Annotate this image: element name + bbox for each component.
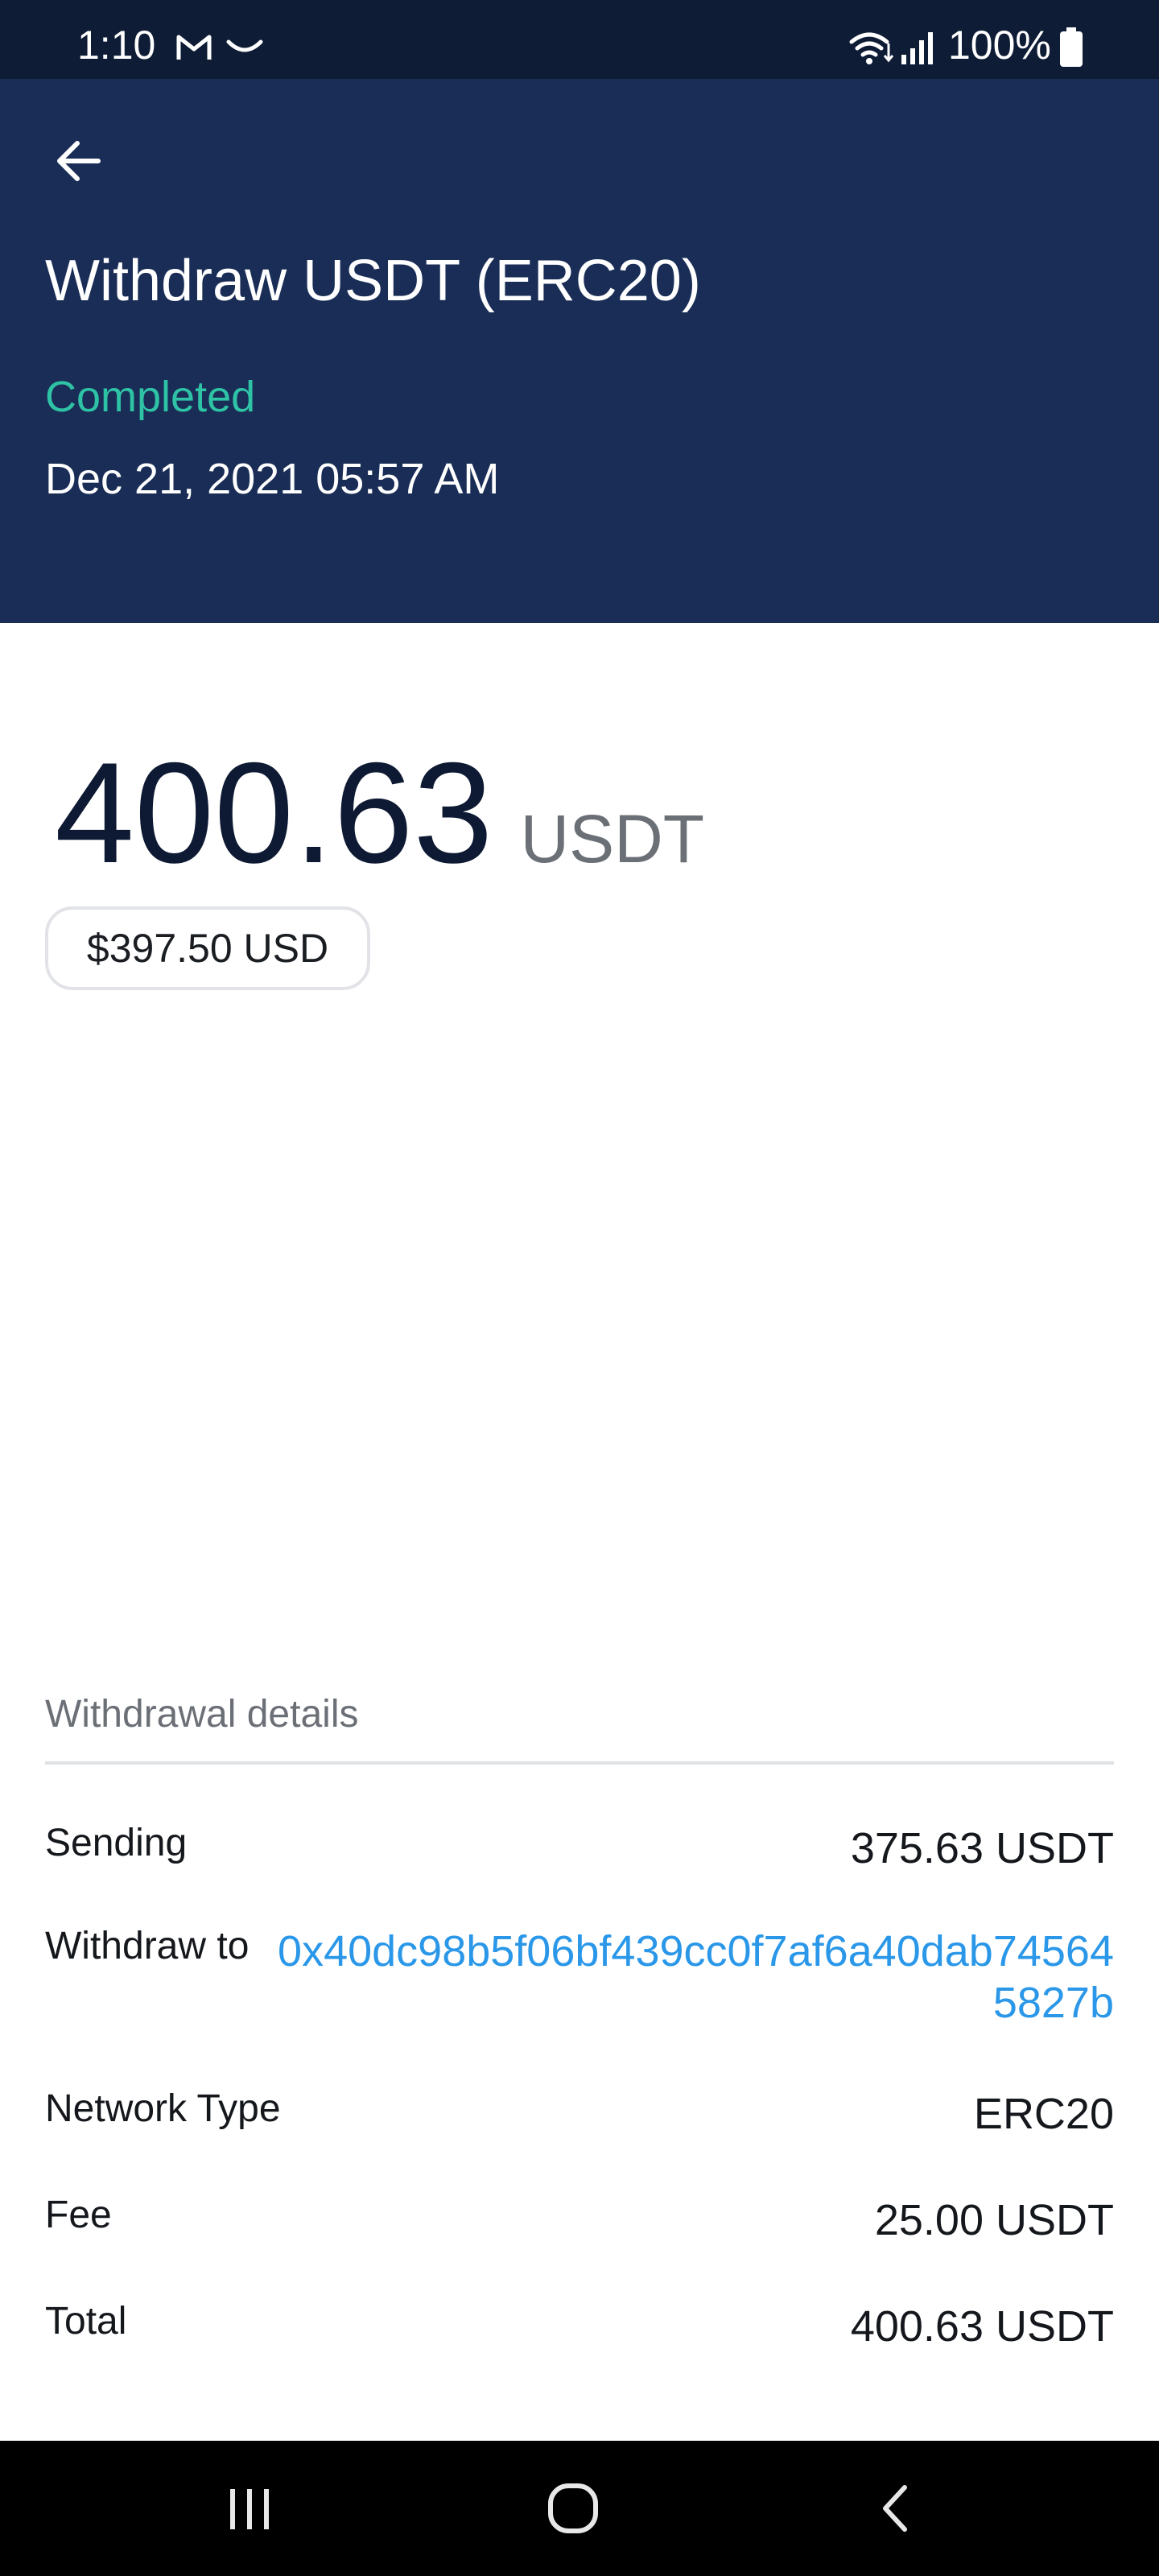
header: Withdraw USDT (ERC20) Completed Dec 21, … — [0, 79, 1159, 623]
transaction-date: Dec 21, 2021 05:57 AM — [45, 455, 500, 503]
detail-row-network-type: Network Type ERC20 — [45, 2083, 1114, 2148]
detail-label: Fee — [45, 2194, 112, 2236]
withdrawal-details: Withdrawal details Sending 375.63 USDT W… — [45, 1682, 1114, 2351]
detail-label: Network Type — [45, 2087, 281, 2130]
recent-apps-button[interactable] — [201, 2476, 298, 2541]
withdraw-address-link[interactable]: 0x40dc98b5f06bf439cc0f7af6a40dab74564582… — [261, 1926, 1114, 2029]
usd-value: $397.50 USD — [86, 926, 329, 971]
status-time: 1:10 — [77, 23, 156, 68]
amount-display: 400.63 USDT — [55, 733, 704, 894]
detail-row-withdraw-to: Withdraw to 0x40dc98b5f06bf439cc0f7af6a4… — [45, 1921, 1114, 2033]
detail-value: 375.63 USDT — [850, 1824, 1114, 1872]
home-button[interactable] — [525, 2476, 621, 2541]
amount-unit: USDT — [520, 801, 705, 877]
status-bar: 1:10 100% — [0, 0, 1159, 79]
notification-arc-icon — [226, 39, 263, 52]
details-heading: Withdrawal details — [45, 1693, 359, 1736]
detail-row-total: Total 400.63 USDT — [45, 2296, 1114, 2360]
nav-back-button[interactable] — [848, 2476, 945, 2541]
detail-label: Sending — [45, 1822, 188, 1864]
arrow-left-icon — [57, 141, 101, 181]
system-nav-bar — [0, 2441, 1159, 2576]
page-title: Withdraw USDT (ERC20) — [45, 249, 701, 313]
back-icon — [883, 2485, 907, 2532]
divider — [45, 1761, 1114, 1765]
amount-value: 400.63 — [55, 733, 493, 893]
detail-row-fee: Fee 25.00 USDT — [45, 2190, 1114, 2254]
signal-icon — [901, 32, 933, 64]
home-icon — [548, 2483, 598, 2533]
back-button[interactable] — [45, 127, 113, 195]
detail-label: Total — [45, 2300, 127, 2343]
detail-label: Withdraw to — [45, 1925, 250, 1967]
detail-value: 25.00 USDT — [874, 2196, 1114, 2244]
recent-apps-icon — [230, 2489, 269, 2529]
usd-value-chip: $397.50 USD — [45, 906, 370, 990]
battery-icon — [1060, 27, 1083, 67]
detail-row-sending: Sending 375.63 USDT — [45, 1818, 1114, 1882]
status-label: Completed — [45, 373, 256, 421]
gmail-icon — [176, 35, 212, 60]
battery-percent: 100% — [948, 23, 1051, 68]
wifi-icon — [849, 32, 894, 64]
detail-value: 400.63 USDT — [850, 2302, 1114, 2351]
detail-value: ERC20 — [973, 2090, 1114, 2138]
